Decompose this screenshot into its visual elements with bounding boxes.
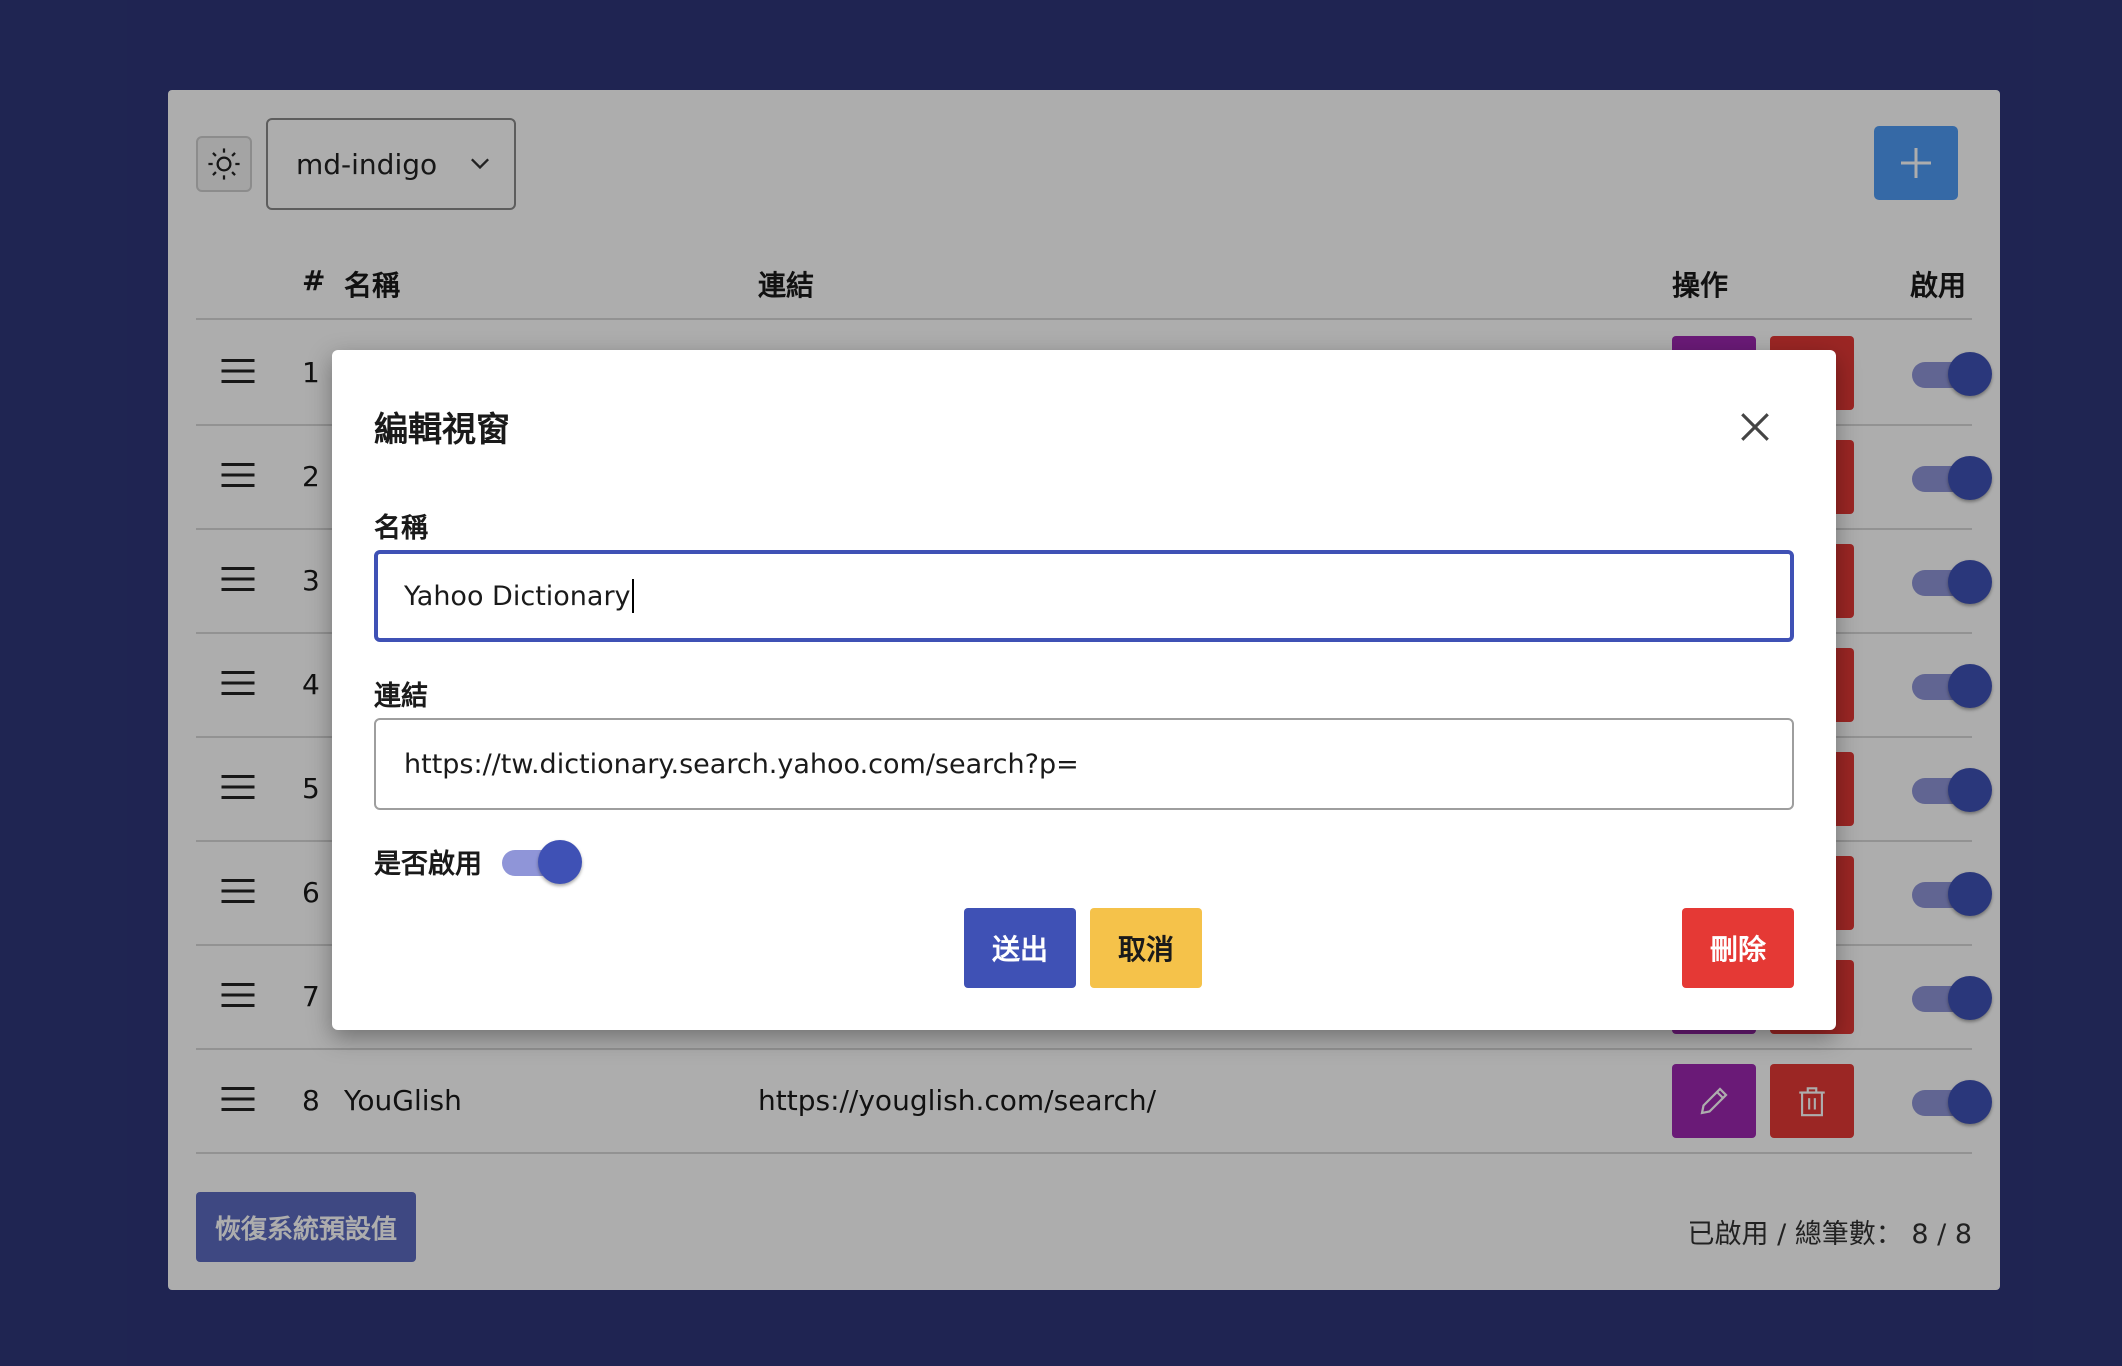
close-icon[interactable]	[1738, 410, 1772, 444]
submit-button[interactable]: 送出	[964, 908, 1076, 988]
modal-title: 編輯視窗	[374, 410, 510, 450]
url-label: 連結	[374, 681, 428, 712]
delete-button[interactable]: 刪除	[1682, 908, 1794, 988]
name-label: 名稱	[374, 513, 428, 544]
name-input-value: Yahoo Dictionary	[404, 580, 631, 612]
text-caret	[631, 579, 634, 613]
name-input[interactable]: Yahoo Dictionary	[374, 550, 1794, 642]
enable-toggle[interactable]	[498, 838, 582, 886]
url-input-value: https://tw.dictionary.search.yahoo.com/s…	[404, 748, 1079, 780]
toggle-knob	[538, 840, 582, 884]
enable-label: 是否啟用	[374, 849, 482, 880]
edit-modal: 編輯視窗 名稱 Yahoo Dictionary 連結 https://tw.d…	[332, 350, 1836, 1030]
url-input[interactable]: https://tw.dictionary.search.yahoo.com/s…	[374, 718, 1794, 810]
cancel-button[interactable]: 取消	[1090, 908, 1202, 988]
